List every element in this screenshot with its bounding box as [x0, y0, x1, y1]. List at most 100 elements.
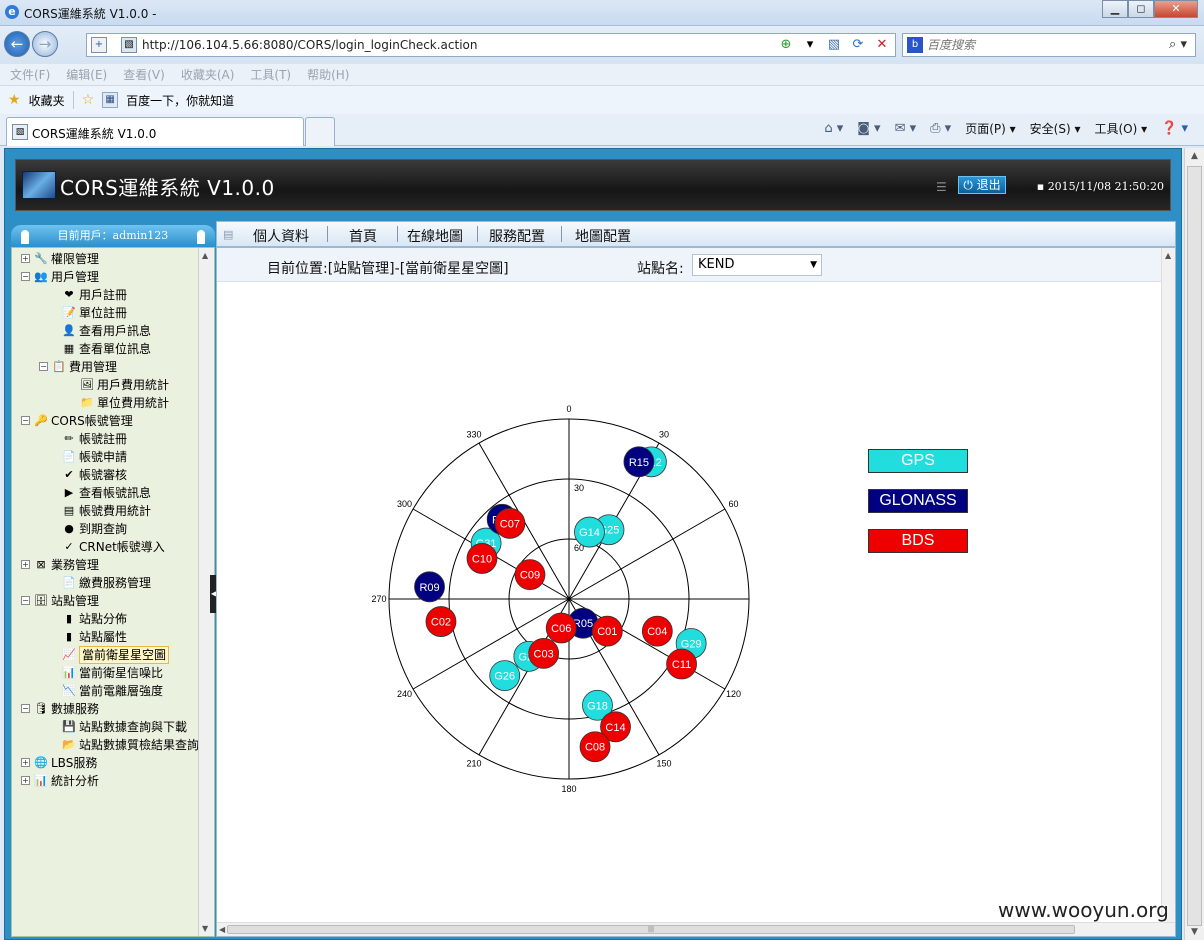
station-select[interactable]: KEND ▼: [692, 254, 822, 276]
favorites-button[interactable]: 收藏夹: [29, 92, 65, 109]
maximize-button[interactable]: ◻: [1128, 0, 1154, 18]
collapse-icon[interactable]: −: [21, 416, 30, 425]
satellite-label: C07: [500, 518, 520, 530]
forward-button[interactable]: →: [32, 31, 58, 57]
sidebar-item-label: 統計分析: [51, 774, 100, 788]
sidebar-item-label: 單位費用統計: [97, 396, 170, 410]
sidebar-item-label: 單位註冊: [79, 306, 128, 320]
expand-icon[interactable]: +: [21, 776, 30, 785]
station-selected-value: KEND: [698, 257, 735, 272]
url-box[interactable]: + ▧ http://106.104.5.66:8080/CORS/login_…: [86, 33, 896, 57]
collapse-icon[interactable]: −: [39, 362, 48, 371]
nav-map-config[interactable]: 地圖配置: [575, 226, 631, 246]
search-box[interactable]: b ⌕ ▾: [902, 33, 1196, 57]
search-input[interactable]: [927, 36, 1157, 54]
expand-icon[interactable]: +: [21, 254, 30, 263]
page-menu[interactable]: 页面(P) ▾: [965, 120, 1015, 137]
favorites-divider: [72, 91, 74, 109]
azimuth-tick-label: 30: [659, 429, 669, 439]
nav-home[interactable]: 首頁: [349, 226, 377, 246]
add-icon[interactable]: ⊕: [777, 36, 795, 54]
sidebar-item-label: 當前衛星信噪比: [79, 666, 164, 680]
nav-online-map[interactable]: 在線地圖: [407, 226, 463, 246]
search-icon[interactable]: ⌕ ▾: [1169, 37, 1187, 52]
nav-service-config[interactable]: 服務配置: [489, 226, 545, 246]
scroll-up-icon[interactable]: ▲: [1191, 151, 1198, 161]
sidebar-item-label: 當前衛星星空圖: [79, 646, 170, 664]
back-button[interactable]: ←: [4, 31, 30, 57]
safety-menu[interactable]: 安全(S) ▾: [1030, 120, 1081, 137]
satellite-label: G26: [494, 671, 515, 683]
expand-icon[interactable]: +: [21, 560, 30, 569]
scroll-left-icon[interactable]: ◀: [219, 925, 225, 934]
azimuth-tick-label: 240: [397, 689, 412, 699]
close-window-button[interactable]: ✕: [1154, 0, 1198, 18]
mail-icon[interactable]: ✉ ▾: [895, 121, 917, 136]
tab-bar: ▧ CORS運維系統 V1.0.0 ⌂ ▾ ◙ ▾ ✉ ▾ ⎙ ▾ 页面(P) …: [0, 114, 1204, 146]
menu-view[interactable]: 查看(V): [123, 66, 165, 83]
tree-node-icon: 📂: [62, 738, 76, 751]
favorites-star-icon[interactable]: ★: [8, 92, 21, 108]
refresh-icon[interactable]: ⟳: [849, 36, 867, 54]
logout-button[interactable]: ⏻ 退出: [958, 176, 1006, 194]
tree-node-icon: ●: [64, 522, 74, 535]
nav-profile[interactable]: 個人資料: [253, 226, 309, 246]
page-scroll-thumb[interactable]: [1187, 166, 1202, 926]
scroll-thumb[interactable]: |||: [227, 925, 1075, 934]
sidebar-tree: + 🔧 權限管理 − 👥 用戶管理 ❤ 用戶註冊 📝 單位註冊 👤 查看用戶訊息 ▦ 查看單位訊息 − 📋 費用…: [11, 247, 215, 937]
scroll-up-icon[interactable]: ▲: [1165, 251, 1171, 260]
compat-icon[interactable]: ▧: [825, 36, 843, 54]
content-vertical-scrollbar[interactable]: ▲: [1161, 248, 1175, 924]
help-icon[interactable]: ❓ ▾: [1161, 121, 1188, 136]
stop-icon[interactable]: ✕: [873, 36, 891, 54]
sidebar-item-label: 用戶管理: [51, 270, 100, 284]
satellite-label: C08: [585, 742, 605, 754]
content-horizontal-scrollbar[interactable]: ◀ |||: [217, 922, 1175, 936]
scroll-down-icon[interactable]: ▼: [1191, 927, 1198, 937]
home-icon[interactable]: ⌂ ▾: [824, 121, 843, 136]
scroll-up-icon[interactable]: ▲: [202, 251, 208, 260]
top-nav: ▤ 個人資料 首頁 在線地圖 服務配置 地圖配置: [216, 221, 1176, 247]
nav-divider: [397, 226, 398, 242]
minimize-button[interactable]: ▁: [1102, 0, 1128, 18]
tab-cors[interactable]: ▧ CORS運維系統 V1.0.0: [6, 117, 304, 146]
window-title: CORS運維系統 V1.0.0 -: [24, 7, 157, 21]
new-tab-button[interactable]: [305, 117, 335, 146]
sidebar-item-label: 帳號費用統計: [79, 504, 152, 518]
expand-icon[interactable]: +: [21, 758, 30, 767]
watermark: www.wooyun.org: [998, 898, 1169, 922]
tree-node-icon: ▮: [65, 630, 73, 643]
collapse-icon[interactable]: −: [21, 596, 30, 605]
tree-node-icon: 👤: [62, 324, 76, 337]
datetime-text: 2015/11/08 21:50:20: [1047, 180, 1164, 193]
favorite-link-baidu[interactable]: 百度一下，你就知道: [126, 92, 234, 109]
satellite-label: R09: [419, 582, 439, 594]
feeds-icon[interactable]: ◙ ▾: [857, 121, 880, 136]
add-favorite-icon[interactable]: ☆: [82, 92, 95, 108]
scroll-down-icon[interactable]: ▼: [202, 924, 208, 933]
sidebar-item-label: 站點數據查詢與下載: [79, 720, 188, 734]
satellite-label: C11: [672, 659, 691, 671]
tree-node-icon: 🗄: [34, 594, 48, 607]
page-scrollbar[interactable]: ▲ ▼: [1184, 148, 1204, 940]
collapse-icon[interactable]: −: [21, 272, 30, 281]
grip-icon: ▤: [223, 228, 234, 241]
print-icon[interactable]: ⎙ ▾: [930, 121, 951, 136]
menu-tools[interactable]: 工具(T): [250, 66, 291, 83]
menu-file[interactable]: 文件(F): [10, 66, 50, 83]
compat-view-icon[interactable]: +: [91, 37, 107, 53]
menu-favorites[interactable]: 收藏夹(A): [181, 66, 235, 83]
sidebar-item-label: CRNet帳號導入: [79, 540, 165, 554]
logout-label: 退出: [976, 178, 1001, 192]
menu-help[interactable]: 帮助(H): [307, 66, 349, 83]
menu-edit[interactable]: 编辑(E): [66, 66, 107, 83]
url-text[interactable]: http://106.104.5.66:8080/CORS/login_logi…: [142, 38, 478, 52]
dropdown-icon[interactable]: ▾: [801, 36, 819, 54]
tree-node-icon: 🔑: [34, 414, 48, 427]
tools-menu[interactable]: 工具(O) ▾: [1094, 120, 1147, 137]
sidebar-item-label: 數據服務: [51, 702, 100, 716]
collapse-icon[interactable]: −: [21, 704, 30, 713]
tree-node-icon: ✔: [64, 468, 74, 481]
nav-divider: [327, 226, 328, 242]
satellite-label: C09: [520, 570, 540, 582]
